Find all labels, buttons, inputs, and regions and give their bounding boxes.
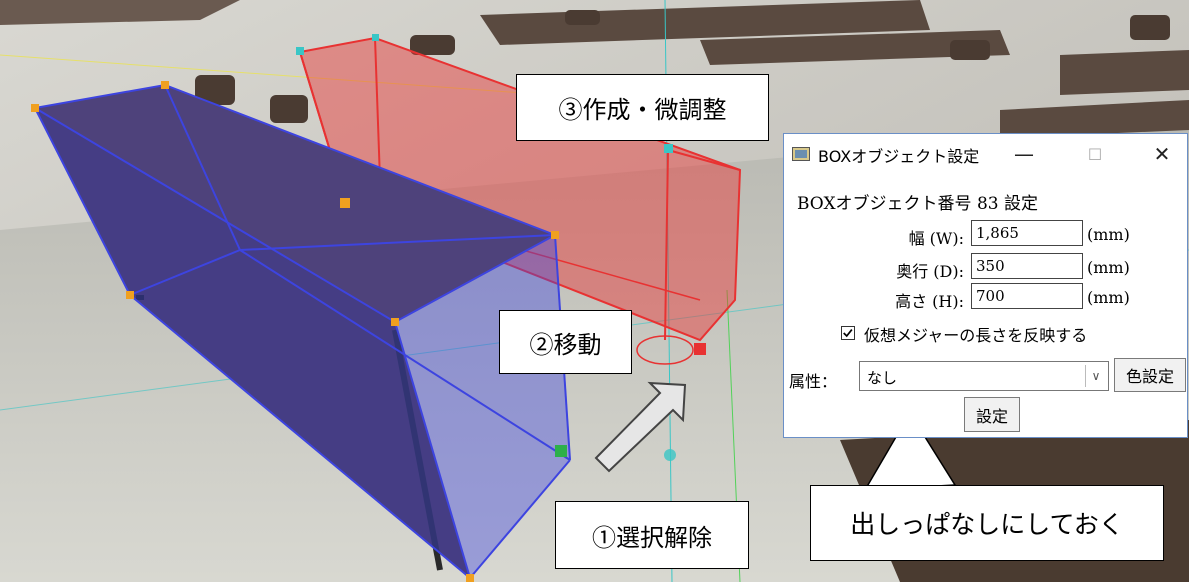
- maximize-button[interactable]: ☐: [1073, 138, 1117, 170]
- dialog-titlebar[interactable]: BOXオブジェクト設定 — ☐ ✕: [784, 134, 1187, 174]
- attribute-label: 属性：: [789, 372, 838, 391]
- height-unit: (mm): [1087, 288, 1130, 307]
- chevron-down-icon[interactable]: ∨: [1085, 365, 1106, 387]
- reflect-measure-label[interactable]: 仮想メジャーの長さを反映する: [864, 322, 1087, 346]
- step3-create-adjust-label: ③作成・微調整: [516, 74, 769, 141]
- depth-label: 奥行 (D):: [896, 262, 964, 281]
- checkmark-icon: [843, 329, 853, 338]
- step1-deselect-label: ①選択解除: [555, 501, 749, 569]
- height-label: 高さ (H):: [895, 292, 964, 311]
- step2-move-label: ②移動: [499, 310, 632, 374]
- width-label: 幅 (W):: [908, 229, 964, 248]
- color-settings-button[interactable]: 色設定: [1114, 358, 1186, 392]
- ok-settings-button[interactable]: 設定: [964, 397, 1020, 432]
- depth-unit: (mm): [1087, 258, 1130, 277]
- width-input[interactable]: 1,865: [971, 220, 1083, 246]
- dialog-title: BOXオブジェクト設定: [818, 147, 980, 166]
- attribute-value: なし: [867, 369, 898, 387]
- minimize-button[interactable]: —: [1002, 138, 1046, 170]
- attribute-select[interactable]: なし ∨: [859, 361, 1109, 391]
- height-input[interactable]: 700: [971, 283, 1083, 309]
- width-unit: (mm): [1087, 225, 1130, 244]
- keep-open-label: 出しっぱなしにしておく: [810, 485, 1164, 561]
- close-button[interactable]: ✕: [1140, 138, 1184, 170]
- depth-input[interactable]: 350: [971, 253, 1083, 279]
- reflect-measure-checkbox[interactable]: [841, 326, 855, 340]
- dialog-heading: BOXオブジェクト番号 83 設定: [797, 194, 1038, 214]
- app-icon: [792, 147, 810, 161]
- box-object-settings-dialog: BOXオブジェクト設定 — ☐ ✕ BOXオブジェクト番号 83 設定 幅 (W…: [783, 133, 1188, 438]
